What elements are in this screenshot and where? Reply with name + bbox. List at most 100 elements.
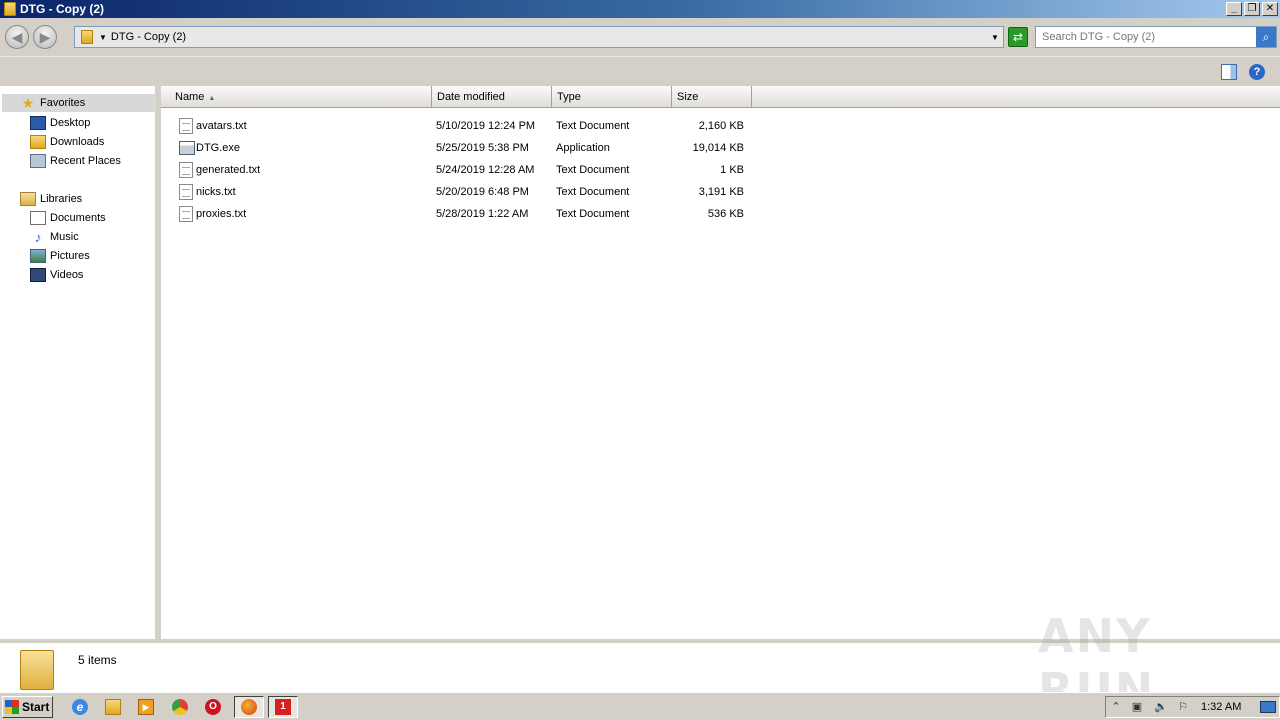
column-size-label: Size [677, 91, 699, 103]
libraries-icon [20, 192, 36, 206]
opera-icon[interactable]: O [205, 699, 221, 715]
file-size: 3,191 KB [698, 186, 744, 198]
file-name[interactable]: nicks.txt [196, 186, 236, 198]
help-icon[interactable]: ? [1249, 64, 1265, 80]
nav-favorites-label: Favorites [40, 97, 86, 109]
file-date: 5/28/2019 1:22 AM [436, 208, 529, 220]
nav-item-label: Music [50, 231, 79, 243]
command-bar: ? [0, 56, 1280, 86]
item-count: 5 items [78, 653, 117, 667]
close-button[interactable]: ✕ [1262, 2, 1278, 16]
text-file-icon [179, 184, 193, 200]
window-controls: _ ❐ ✕ [1226, 2, 1278, 16]
file-type: Text Document [556, 164, 630, 176]
file-row[interactable]: nicks.txt 5/20/2019 6:48 PM Text Documen… [161, 182, 1280, 202]
column-header-filler [752, 86, 1280, 108]
details-pane: 5 items ANY RUN [0, 609, 1280, 717]
file-row[interactable]: DTG.exe 5/25/2019 5:38 PM Application 19… [161, 138, 1280, 158]
file-row[interactable]: proxies.txt 5/28/2019 1:22 AM Text Docum… [161, 204, 1280, 224]
text-file-icon [179, 162, 193, 178]
action-center-flag-icon[interactable]: ⚐ [1176, 700, 1190, 714]
clock[interactable]: 1:32 AM [1201, 701, 1241, 713]
nav-item-recent-places[interactable]: Recent Places [30, 152, 121, 170]
restore-button[interactable]: ❐ [1244, 2, 1260, 16]
star-icon: ★ [21, 95, 35, 111]
start-button[interactable]: Start [2, 696, 53, 718]
music-note-icon: ♪ [34, 229, 42, 245]
back-button[interactable]: ◀ [5, 25, 29, 49]
file-name[interactable]: avatars.txt [196, 120, 247, 132]
chrome-icon[interactable] [172, 699, 188, 715]
breadcrumb[interactable]: DTG - Copy (2) [111, 31, 987, 43]
file-list: Name ▲ Date modified Type Size avatars.tx… [161, 86, 1280, 639]
forward-button[interactable]: ▶ [33, 25, 57, 49]
preview-pane-icon[interactable] [1221, 64, 1237, 80]
file-size: 536 KB [707, 208, 744, 220]
desktop-icon [30, 116, 46, 130]
folder-icon [20, 650, 54, 690]
nav-item-label: Videos [50, 269, 84, 281]
file-size: 1 KB [720, 164, 744, 176]
refresh-button[interactable]: ⇄ [1008, 27, 1028, 47]
text-file-icon [179, 206, 193, 222]
nav-favorites[interactable]: ★ Favorites [2, 94, 156, 112]
file-name[interactable]: generated.txt [196, 164, 260, 176]
show-desktop-icon[interactable] [1260, 701, 1276, 713]
window-title: DTG - Copy (2) [20, 2, 104, 16]
address-dropdown-icon[interactable]: ▼ [987, 33, 1003, 42]
exe-file-icon [179, 141, 195, 155]
network-icon[interactable]: ▣ [1130, 700, 1144, 714]
column-header-type[interactable]: Type [552, 86, 672, 108]
breadcrumb-arrow-icon[interactable]: ▼ [99, 33, 107, 42]
file-type: Application [556, 142, 610, 154]
column-header-name[interactable]: Name ▲ [161, 86, 432, 108]
minimize-button[interactable]: _ [1226, 2, 1242, 16]
taskbar: Start e ▶ O 1 ⌃ ▣ 🔈 ⚐ 1:32 AM [0, 692, 1280, 720]
nav-item-videos[interactable]: Videos [30, 266, 83, 284]
file-row[interactable]: avatars.txt 5/10/2019 12:24 PM Text Docu… [161, 116, 1280, 136]
navigation-pane: ★ Favorites Desktop Downloads Recent Pla… [0, 86, 158, 639]
file-explorer-icon[interactable] [105, 699, 121, 715]
title-bar: DTG - Copy (2) _ ❐ ✕ [0, 0, 1280, 18]
taskbar-alert-button[interactable]: 1 [268, 696, 298, 718]
column-name-label: Name [175, 91, 205, 103]
file-name[interactable]: DTG.exe [196, 142, 240, 154]
search-input[interactable] [1036, 31, 1256, 43]
media-player-icon[interactable]: ▶ [138, 699, 154, 715]
file-name[interactable]: proxies.txt [196, 208, 246, 220]
column-header-date[interactable]: Date modified [432, 86, 552, 108]
downloads-folder-icon [30, 135, 46, 149]
folder-icon [4, 2, 16, 16]
system-tray: ⌃ ▣ 🔈 ⚐ 1:32 AM [1105, 696, 1280, 718]
nav-item-documents[interactable]: Documents [30, 209, 106, 227]
nav-item-label: Recent Places [50, 155, 121, 167]
windows-logo-icon [5, 700, 19, 714]
show-hidden-icons-icon[interactable]: ⌃ [1109, 700, 1123, 714]
internet-explorer-icon[interactable]: e [72, 699, 88, 715]
taskbar-firefox-button[interactable] [234, 696, 264, 718]
address-row: ◀ ▶ ▼ DTG - Copy (2) ▼ ⇄ ⌕ [0, 18, 1280, 56]
firefox-icon [241, 699, 257, 715]
folder-icon [81, 30, 93, 44]
nav-libraries[interactable]: Libraries [20, 190, 82, 208]
search-icon[interactable]: ⌕ [1256, 27, 1276, 47]
search-box[interactable]: ⌕ [1035, 26, 1277, 48]
sort-ascending-icon: ▲ [208, 95, 216, 102]
file-type: Text Document [556, 208, 630, 220]
nav-item-desktop[interactable]: Desktop [30, 114, 90, 132]
column-date-label: Date modified [437, 91, 505, 103]
pictures-icon [30, 249, 46, 263]
recent-places-icon [30, 154, 46, 168]
nav-item-pictures[interactable]: Pictures [30, 247, 90, 265]
file-row[interactable]: generated.txt 5/24/2019 12:28 AM Text Do… [161, 160, 1280, 180]
nav-item-downloads[interactable]: Downloads [30, 133, 104, 151]
file-type: Text Document [556, 120, 630, 132]
column-header-size[interactable]: Size [672, 86, 752, 108]
nav-libraries-label: Libraries [40, 193, 83, 205]
file-date: 5/20/2019 6:48 PM [436, 186, 529, 198]
address-bar[interactable]: ▼ DTG - Copy (2) ▼ [74, 26, 1004, 48]
file-size: 2,160 KB [698, 120, 744, 132]
nav-item-music[interactable]: ♪ Music [30, 228, 79, 246]
documents-icon [30, 211, 46, 225]
volume-icon[interactable]: 🔈 [1154, 700, 1168, 714]
